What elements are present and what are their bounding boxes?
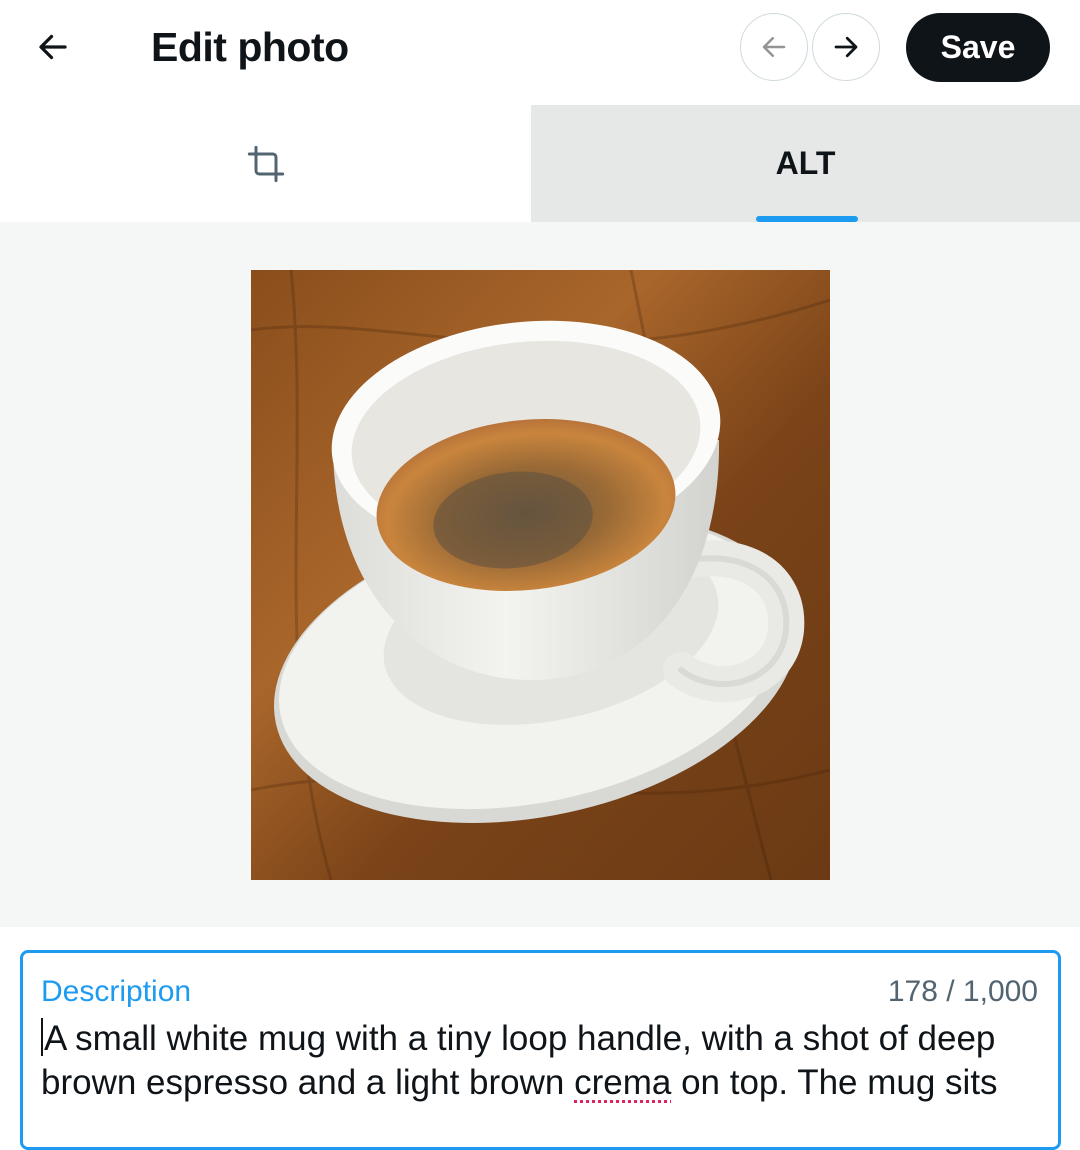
photo-preview <box>251 270 830 880</box>
tab-alt[interactable]: ALT <box>531 105 1080 222</box>
tab-crop[interactable] <box>0 105 531 222</box>
tab-alt-label: ALT <box>775 145 836 181</box>
back-button[interactable] <box>20 14 86 80</box>
description-label: Description <box>41 975 192 1008</box>
description-field[interactable]: Description 178 / 1,000 A small white mu… <box>20 950 1061 1150</box>
description-text[interactable]: A small white mug with a tiny loop handl… <box>41 1017 1031 1105</box>
edit-tabs: ALT <box>0 105 1080 222</box>
arrow-left-icon <box>39 34 67 60</box>
arrow-right-icon <box>834 36 858 58</box>
misspelled-word[interactable]: crema <box>574 1063 671 1102</box>
header: Edit photo Save <box>0 0 1080 104</box>
previous-photo-button[interactable] <box>740 13 808 81</box>
save-button[interactable]: Save <box>906 13 1050 82</box>
description-text-after: on top. The mug sits <box>671 1063 998 1102</box>
arrow-left-icon <box>762 37 786 57</box>
character-count: 178 / 1,000 <box>887 975 1038 1008</box>
text-caret <box>41 1018 43 1056</box>
crop-icon <box>247 145 284 182</box>
image-preview-area <box>0 222 1080 927</box>
page-title: Edit photo <box>151 24 349 70</box>
next-photo-button[interactable] <box>812 13 880 81</box>
